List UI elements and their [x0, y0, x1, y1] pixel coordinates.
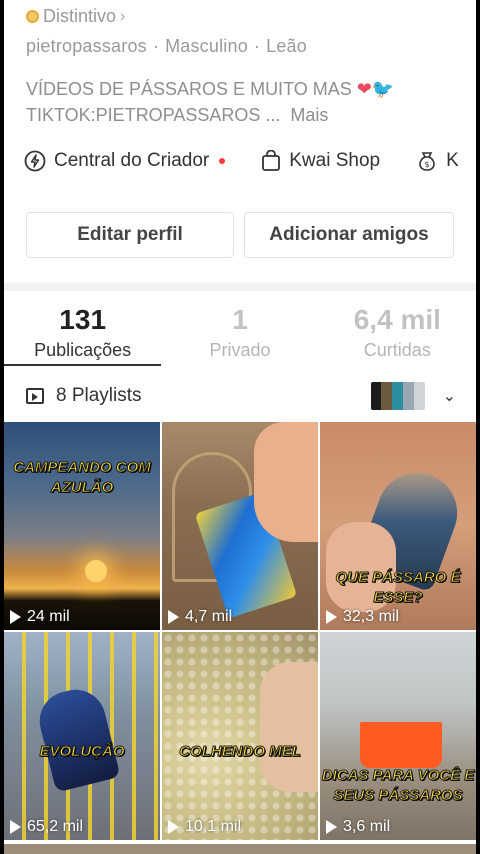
hand-shape: [254, 422, 318, 542]
view-count: 65,2 mil: [10, 818, 83, 836]
hand-shape: [260, 662, 318, 792]
bird-icon: 🐦: [371, 79, 395, 99]
view-count-value: 65,2 mil: [27, 818, 84, 835]
kwai-shop-label: Kwai Shop: [289, 150, 381, 171]
stats-tabs: 131 Publicações 1 Privado 6,4 mil Curtid…: [4, 296, 476, 368]
orange-tub: [360, 722, 442, 768]
bio-line-1: VÍDEOS DE PÁSSAROS E MUITO MAS: [26, 79, 352, 99]
notification-dot: [219, 158, 226, 164]
private-count: 1: [232, 304, 248, 335]
play-icon: [10, 820, 21, 834]
profile-actions: Editar perfil Adicionar amigos: [26, 212, 454, 258]
sun-shape: [85, 560, 108, 582]
video-caption: DICAS PARA VOCÊ E SEUS PÁSSAROS: [321, 767, 475, 805]
private-label: Privado: [209, 340, 271, 360]
video-caption: EVOLUÇÃO: [39, 743, 125, 761]
earnings-link[interactable]: $ K: [416, 150, 459, 172]
creator-center-label: Central do Criador: [54, 150, 210, 171]
video-tile[interactable]: 4,7 mil: [162, 422, 318, 630]
posts-label: Publicações: [34, 340, 132, 360]
badge-link[interactable]: Distintivo ›: [26, 6, 125, 27]
likes-label: Curtidas: [363, 340, 431, 360]
chevron-down-icon[interactable]: ⌄: [443, 386, 456, 406]
earnings-label: K: [446, 150, 459, 171]
view-count-value: 24 mil: [27, 608, 70, 625]
user-sign: Leão: [266, 36, 307, 56]
playlist-thumbnails: ⌄: [370, 382, 456, 410]
bio: VÍDEOS DE PÁSSAROS E MUITO MAS ❤🐦 TIKTOK…: [26, 76, 394, 128]
user-meta: pietropassaros · Masculino · Leão: [26, 36, 307, 56]
profile-screen: Distintivo › pietropassaros · Masculino · Le…: [4, 0, 476, 854]
play-icon: [326, 610, 337, 624]
posts-count: 131: [59, 304, 107, 335]
tab-private[interactable]: 1 Privado: [161, 296, 318, 368]
edit-profile-button[interactable]: Editar perfil: [26, 212, 234, 258]
bio-line-2: TIKTOK:PIETROPASSAROS ...: [26, 105, 281, 125]
lightning-icon: [24, 150, 46, 172]
tab-posts[interactable]: 131 Publicações: [4, 296, 162, 368]
badge-label: Distintivo: [43, 6, 117, 26]
view-count-value: 32,3 mil: [343, 608, 400, 625]
video-tile[interactable]: CAMPEANDO COM AZULÃO 24 mil: [4, 422, 160, 630]
shopping-bag-icon: [262, 150, 281, 171]
playlists-row[interactable]: 8 Playlists ⌄: [26, 382, 456, 410]
video-grid: CAMPEANDO COM AZULÃO 24 mil 4,7 mil QUE …: [4, 422, 476, 840]
playlists-label: 8 Playlists: [56, 385, 142, 406]
video-caption: QUE PÁSSARO É ESSE?: [335, 569, 461, 607]
playlist-icon: [26, 388, 44, 404]
likes-count: 6,4 mil: [353, 304, 441, 335]
user-handle: pietropassaros: [26, 36, 147, 56]
play-icon: [168, 820, 179, 834]
money-bag-icon: $: [419, 152, 435, 171]
video-tile[interactable]: QUE PÁSSARO É ESSE? 32,3 mil: [320, 422, 476, 630]
next-row-preview: [4, 844, 476, 854]
view-count-value: 4,7 mil: [185, 608, 233, 625]
playlist-thumbnail-strip: [370, 382, 425, 410]
svg-text:$: $: [425, 160, 430, 169]
play-icon: [10, 610, 21, 624]
view-count: 3,6 mil: [326, 818, 390, 836]
play-icon: [168, 610, 179, 624]
badge-icon: [26, 10, 39, 23]
video-tile[interactable]: DICAS PARA VOCÊ E SEUS PÁSSAROS 3,6 mil: [320, 632, 476, 840]
view-count-value: 10,1 mil: [185, 818, 242, 835]
view-count: 4,7 mil: [168, 608, 232, 626]
tab-likes[interactable]: 6,4 mil Curtidas: [319, 296, 476, 368]
view-count-value: 3,6 mil: [343, 818, 391, 835]
video-caption: CAMPEANDO COM AZULÃO: [13, 459, 152, 497]
view-count: 10,1 mil: [168, 818, 241, 836]
video-caption: COLHENDO MEL: [179, 743, 302, 761]
profile-links: Central do Criador Kwai Shop $ K: [24, 150, 476, 172]
video-tile[interactable]: EVOLUÇÃO 65,2 mil: [4, 632, 160, 840]
creator-center-link[interactable]: Central do Criador: [24, 150, 226, 172]
video-tile[interactable]: COLHENDO MEL 10,1 mil: [162, 632, 318, 840]
play-icon: [326, 820, 337, 834]
heart-icon: ❤: [356, 79, 372, 99]
add-friends-button[interactable]: Adicionar amigos: [244, 212, 454, 258]
chevron-right-icon: ›: [120, 7, 126, 25]
view-count: 32,3 mil: [326, 608, 399, 626]
section-divider: [4, 283, 476, 291]
view-count: 24 mil: [10, 608, 70, 626]
bio-more-link[interactable]: Mais: [290, 105, 328, 125]
user-gender: Masculino: [165, 36, 248, 56]
kwai-shop-link[interactable]: Kwai Shop: [261, 150, 380, 172]
